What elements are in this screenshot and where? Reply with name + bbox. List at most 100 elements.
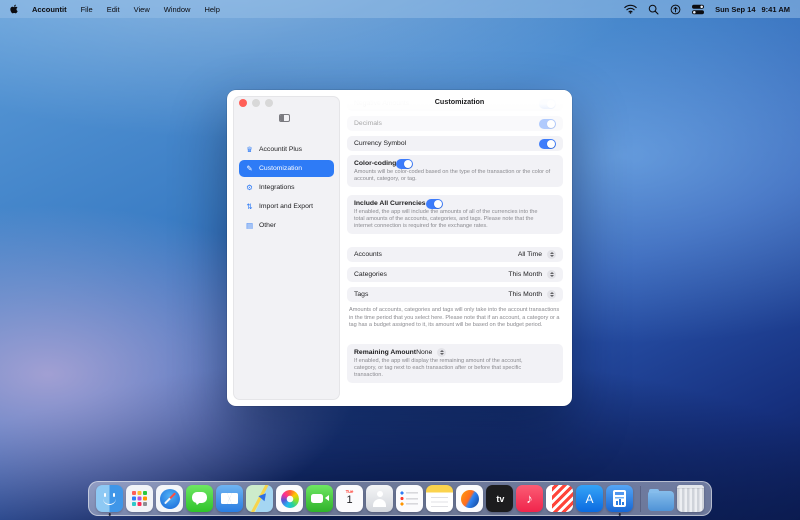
minimize-button[interactable] bbox=[252, 99, 260, 107]
close-button[interactable] bbox=[239, 99, 247, 107]
chevron-up-icon bbox=[550, 252, 554, 254]
menu-bar-left: Accountit File Edit View Window Help bbox=[10, 4, 220, 14]
dock-safari[interactable] bbox=[156, 485, 183, 512]
dock-waves-app[interactable] bbox=[456, 485, 483, 512]
color-coding-desc: Amounts will be color-coded based on the… bbox=[354, 169, 556, 183]
dock-photos[interactable] bbox=[276, 485, 303, 512]
sidebar-item-label: Integrations bbox=[259, 184, 295, 191]
decimals-label: Decimals bbox=[354, 120, 382, 127]
menu-file[interactable]: File bbox=[81, 5, 93, 14]
document-icon: ▤ bbox=[245, 221, 254, 230]
dock-messages[interactable] bbox=[186, 485, 213, 512]
contacts-icon bbox=[366, 485, 393, 512]
search-icon[interactable] bbox=[648, 4, 659, 15]
dock-music[interactable]: ♪ bbox=[516, 485, 543, 512]
dock-maps[interactable] bbox=[246, 485, 273, 512]
apple-logo-icon bbox=[10, 4, 18, 14]
tags-row: Tags This Month bbox=[347, 287, 563, 302]
sidebar: ♛ Accountit Plus ✎ Customization ⚙ Integ… bbox=[233, 96, 340, 400]
paintbrush-icon: ✎ bbox=[245, 164, 254, 173]
dock-contacts[interactable] bbox=[366, 485, 393, 512]
running-indicator bbox=[618, 513, 621, 516]
crown-icon: ♛ bbox=[245, 145, 254, 154]
color-coding-toggle[interactable] bbox=[396, 159, 413, 169]
chevron-down-icon bbox=[550, 275, 554, 277]
music-note-glyph: ♪ bbox=[526, 491, 533, 506]
menu-bar: Accountit File Edit View Window Help Sun… bbox=[0, 0, 800, 18]
sidebar-item-label: Accountit Plus bbox=[259, 146, 302, 153]
dock-trash[interactable] bbox=[677, 485, 704, 512]
wifi-icon[interactable] bbox=[624, 4, 637, 14]
decimals-toggle[interactable] bbox=[539, 119, 556, 129]
chevron-down-icon bbox=[440, 353, 444, 355]
remaining-amount-desc: If enabled, the app will display the rem… bbox=[354, 358, 524, 379]
sidebar-item-integrations[interactable]: ⚙ Integrations bbox=[239, 179, 334, 196]
dock-reminders[interactable] bbox=[396, 485, 423, 512]
menu-clock[interactable]: Sun Sep 14 9:41 AM bbox=[715, 5, 790, 14]
maps-icon bbox=[246, 485, 273, 512]
include-all-currencies-toggle[interactable] bbox=[426, 199, 443, 209]
categories-select[interactable] bbox=[547, 270, 556, 279]
settings-window: ♛ Accountit Plus ✎ Customization ⚙ Integ… bbox=[227, 90, 572, 406]
remaining-amount-select[interactable] bbox=[437, 348, 446, 357]
menu-edit[interactable]: Edit bbox=[107, 5, 120, 14]
dock-launchpad[interactable] bbox=[126, 485, 153, 512]
update-icon[interactable] bbox=[670, 4, 681, 15]
dock-downloads[interactable] bbox=[648, 486, 674, 511]
sidebar-toggle-icon[interactable] bbox=[279, 114, 290, 122]
dock-notes[interactable] bbox=[426, 485, 453, 512]
menu-app-name[interactable]: Accountit bbox=[32, 5, 67, 14]
dock-mail[interactable] bbox=[216, 485, 243, 512]
accountit-app-icon bbox=[606, 485, 633, 512]
dock-calendar[interactable]: Tue1 bbox=[336, 485, 363, 512]
chevron-up-icon bbox=[550, 272, 554, 274]
sidebar-item-customization[interactable]: ✎ Customization bbox=[239, 160, 334, 177]
menu-window[interactable]: Window bbox=[164, 5, 191, 14]
menu-help[interactable]: Help bbox=[204, 5, 219, 14]
accounts-select[interactable] bbox=[547, 250, 556, 259]
messages-icon bbox=[186, 485, 213, 512]
window-titlebar: Customization bbox=[347, 90, 572, 115]
music-icon: ♪ bbox=[516, 485, 543, 512]
sidebar-item-import-export[interactable]: ⇅ Import and Export bbox=[239, 198, 334, 215]
menu-view[interactable]: View bbox=[134, 5, 150, 14]
remaining-amount-card: Remaining Amount None If enabled, the ap… bbox=[347, 344, 563, 383]
accounts-row: Accounts All Time bbox=[347, 247, 563, 262]
app-store-glyph: A bbox=[585, 492, 593, 506]
control-center-icon[interactable] bbox=[692, 4, 704, 15]
tags-select[interactable] bbox=[547, 290, 556, 299]
photos-icon bbox=[276, 485, 303, 512]
dock-apple-tv[interactable]: tv bbox=[486, 485, 513, 512]
sidebar-item-label: Other bbox=[259, 222, 276, 229]
currency-symbol-label: Currency Symbol bbox=[354, 140, 406, 147]
app-store-icon: A bbox=[576, 485, 603, 512]
remaining-amount-label: Remaining Amount bbox=[354, 349, 416, 356]
menu-bar-status: Sun Sep 14 9:41 AM bbox=[624, 4, 790, 15]
accounts-label: Accounts bbox=[354, 251, 382, 258]
gear-icon: ⚙ bbox=[245, 183, 254, 192]
currency-symbol-toggle[interactable] bbox=[539, 139, 556, 149]
running-indicator bbox=[108, 513, 111, 516]
sidebar-item-other[interactable]: ▤ Other bbox=[239, 217, 334, 234]
zoom-button[interactable] bbox=[265, 99, 273, 107]
chevron-down-icon bbox=[550, 255, 554, 257]
notes-icon bbox=[426, 485, 453, 512]
include-all-currencies-label: Include All Currencies bbox=[354, 200, 426, 207]
tv-label: tv bbox=[495, 494, 505, 504]
sidebar-item-accountit-plus[interactable]: ♛ Accountit Plus bbox=[239, 141, 334, 158]
tags-label: Tags bbox=[354, 291, 368, 298]
dock-accountit[interactable] bbox=[606, 485, 633, 512]
dock-facetime[interactable] bbox=[306, 485, 333, 512]
import-export-icon: ⇅ bbox=[245, 202, 254, 211]
dock-app-store[interactable]: A bbox=[576, 485, 603, 512]
dock-finder[interactable] bbox=[96, 485, 123, 512]
apple-menu[interactable] bbox=[10, 4, 18, 14]
decimals-row: Decimals bbox=[347, 116, 563, 131]
chevron-down-icon bbox=[550, 295, 554, 297]
downloads-folder-icon bbox=[648, 491, 674, 511]
dock-news[interactable] bbox=[546, 485, 573, 512]
dock: Tue1 tv ♪ A bbox=[88, 481, 712, 516]
remaining-amount-value: None bbox=[416, 349, 432, 356]
sidebar-items: ♛ Accountit Plus ✎ Customization ⚙ Integ… bbox=[239, 141, 334, 234]
chevron-up-icon bbox=[440, 350, 444, 352]
